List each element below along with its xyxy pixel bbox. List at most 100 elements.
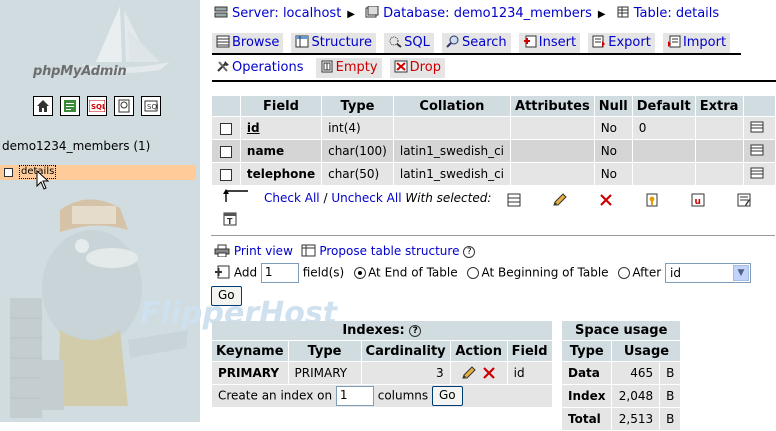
svg-text:u: u [695,197,701,207]
field-collation [393,117,511,139]
delete-x-icon[interactable] [481,366,497,380]
fulltext-icon[interactable]: T [222,212,238,226]
tab-operations[interactable]: Operations [212,58,308,78]
tab-empty[interactable]: Empty [315,58,382,78]
field-type: int(4) [322,117,393,139]
field-name: id [240,117,322,139]
query-window-icon[interactable] [60,96,80,116]
index-field: id [507,362,552,384]
breadcrumb-database[interactable]: Database: demo1234_members [365,6,592,21]
propose-structure-link[interactable]: Propose table structure [319,244,459,258]
row-checkbox[interactable] [219,122,232,135]
with-selected-label: With selected: [405,191,492,205]
field-type: char(50) [322,163,393,185]
browse-distinct-icon[interactable] [750,121,764,133]
insert-icon [523,35,537,48]
help-icon[interactable]: SQL [141,96,161,116]
browse-icon[interactable] [506,193,522,207]
column-header: Action [450,341,507,361]
field-default: 0 [632,117,695,139]
after-field-select[interactable]: id ▼ [665,263,752,283]
tab-drop[interactable]: Drop [389,58,445,78]
column-header: Field [507,341,552,361]
database-icon [365,6,379,18]
tab-browse[interactable]: Browse [212,33,284,53]
field-extra [695,117,743,139]
table-row: name char(100) latin1_swedish_ci No [212,140,775,162]
sql-icon[interactable]: SQL [87,96,107,116]
fields-table: Field Type Collation Attributes Null Def… [211,95,776,186]
import-icon [667,35,681,48]
check-all-link[interactable]: Check All [264,191,320,205]
propose-structure-icon [301,244,316,257]
at-end-radio[interactable] [354,267,367,279]
svg-text:SQL: SQL [91,103,105,111]
tab-bar: Browse Structure SQL Search Insert Expor… [212,33,734,53]
table-row: Data 465 B [562,362,681,384]
logo-text: phpMyAdmin [33,64,127,79]
breadcrumb-server[interactable]: Server: localhost [214,6,341,21]
sidebar-item-table[interactable]: details [0,165,196,180]
print-icon [214,244,230,258]
docs-icon[interactable] [114,96,134,116]
column-header: Extra [695,96,743,116]
field-null: No [594,117,632,139]
index-columns-input[interactable]: 1 [335,385,374,406]
field-attributes [511,163,594,185]
database-link[interactable]: demo1234_members (1) [2,139,150,153]
column-header: Type [288,341,361,361]
selection-bar: Check All / Uncheck All With selected: [264,191,492,205]
tab-search[interactable]: Search [441,33,511,53]
help-icon[interactable]: ? [463,246,476,258]
table-row: PRIMARY PRIMARY 3 id [212,362,552,384]
indexes-table: Indexes: ? Keyname Type Cardinality Acti… [211,320,553,408]
edit-pencil-icon[interactable] [461,365,477,380]
export-icon [592,35,606,48]
delete-x-icon[interactable] [598,193,614,207]
table-header-row: Field Type Collation Attributes Null Def… [212,96,775,116]
row-checkbox[interactable] [219,145,232,158]
server-icon [214,6,228,18]
column-header: Type [322,96,393,116]
column-header: Default [632,96,695,116]
space-usage-title: Space usage [562,321,681,340]
field-collation: latin1_swedish_ci [393,163,511,185]
field-type: char(100) [322,140,393,162]
primary-key-icon[interactable] [644,193,660,207]
tab-export[interactable]: Export [588,33,655,53]
print-view-link[interactable]: Print view [234,244,293,258]
tab-divider-secondary [212,80,776,82]
field-extra [695,163,743,185]
field-attributes [511,140,594,162]
unique-icon[interactable]: u [690,193,706,207]
uncheck-all-link[interactable]: Uncheck All [331,191,401,205]
after-radio[interactable] [618,267,631,279]
browse-distinct-icon[interactable] [750,144,764,156]
indexes-title: Indexes: ? [212,321,552,340]
space-usage-table: Space usage Type Usage Data 465 B Index … [561,320,681,431]
tab-bar-secondary: Operations Empty Drop [212,58,449,78]
at-beginning-radio[interactable] [467,267,480,279]
tab-sql[interactable]: SQL [384,33,434,53]
search-icon [446,35,459,48]
table-header-row: Type Usage [562,341,681,361]
tab-structure[interactable]: Structure [291,33,376,53]
tab-insert[interactable]: Insert [518,33,581,53]
tab-import[interactable]: Import [662,33,731,53]
main-frame: Server: localhost ▶ Database: demo1234_m… [140,0,776,430]
field-name: telephone [240,163,322,185]
add-field-count-input[interactable]: 1 [260,263,299,283]
help-icon[interactable]: ? [409,325,422,337]
table-tools: Print view Propose table structure ? [214,244,476,258]
breadcrumb-table[interactable]: Table: details [616,6,719,21]
index-icon[interactable] [736,193,752,207]
index-cardinality: 3 [361,362,450,384]
edit-pencil-icon[interactable] [552,193,568,207]
home-icon[interactable] [33,96,53,116]
create-index-go-button[interactable]: Go [431,386,463,407]
svg-text:T: T [227,217,233,226]
browse-distinct-icon[interactable] [750,167,764,179]
column-header: Usage [612,341,681,361]
row-checkbox[interactable] [219,168,232,181]
add-field-form: Add 1 field(s) At End of Table At Beginn… [214,263,752,283]
